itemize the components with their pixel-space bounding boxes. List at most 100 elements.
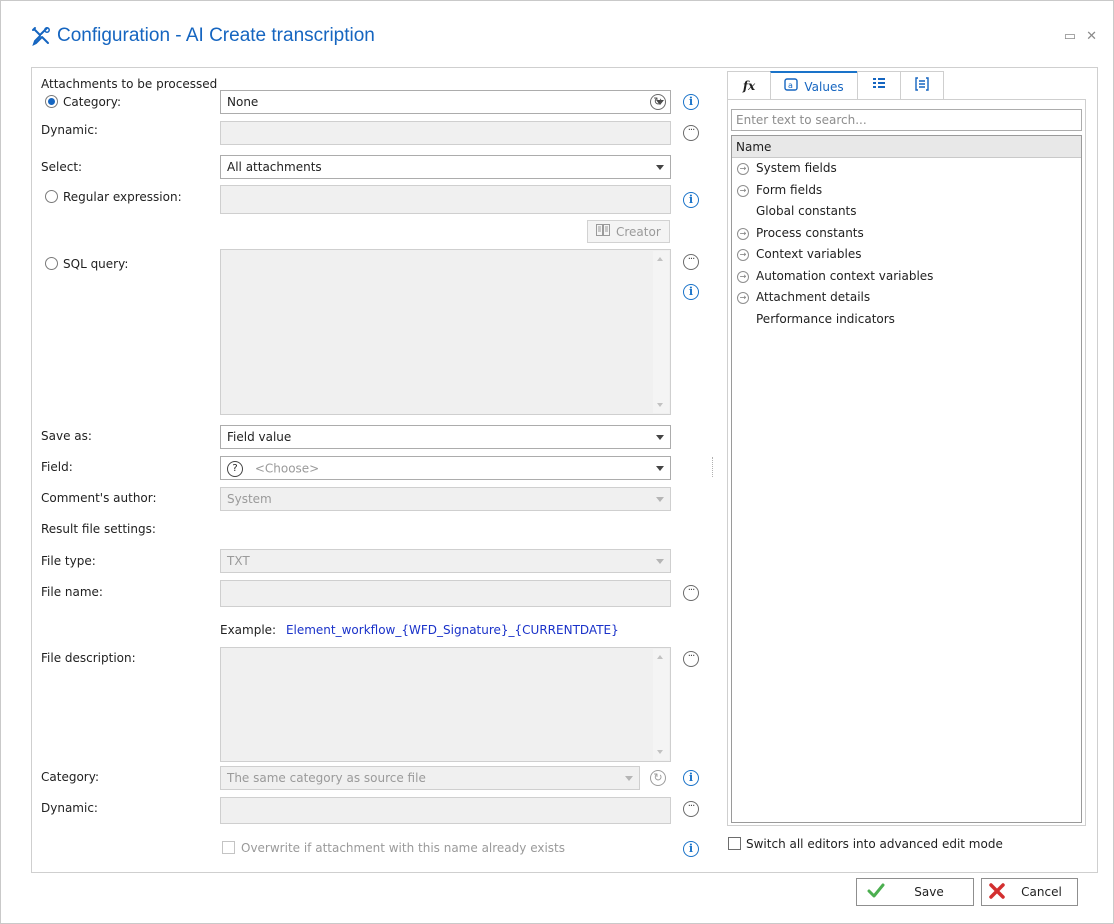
expand-arrow-icon[interactable]: →: [737, 270, 749, 283]
expand-arrow-icon[interactable]: →: [737, 249, 749, 261]
scrollbar: [653, 251, 669, 413]
expand-arrow-icon[interactable]: →: [737, 163, 749, 175]
tab-form[interactable]: [900, 71, 944, 99]
tree-item[interactable]: → Form fields: [732, 180, 1081, 202]
more-icon[interactable]: ···: [683, 801, 699, 817]
creator-label: Creator: [616, 224, 661, 239]
save-as-dropdown[interactable]: Field value: [220, 425, 671, 449]
chevron-down-icon: [656, 165, 664, 170]
select-label: Select:: [41, 160, 83, 174]
fx-icon: fx: [742, 78, 756, 93]
sql-label: SQL query:: [63, 257, 129, 271]
more-icon[interactable]: ···: [683, 651, 699, 667]
tree-item[interactable]: Global constants: [732, 201, 1081, 223]
tree-item[interactable]: → Context variables: [732, 244, 1081, 266]
file-description-label: File description:: [41, 651, 136, 665]
dialog-title: Configuration - AI Create transcription: [31, 25, 375, 47]
tree-item-label: Global constants: [756, 204, 857, 218]
info-icon[interactable]: i: [683, 192, 699, 208]
tab-functions[interactable]: fx: [727, 71, 771, 99]
info-icon[interactable]: i: [683, 770, 699, 786]
file-description-textarea: [220, 647, 671, 762]
cancel-button[interactable]: Cancel: [981, 878, 1078, 906]
tree-item-label: Automation context variables: [756, 268, 934, 283]
cancel-x-icon: [988, 882, 1006, 903]
regex-field: [220, 185, 671, 214]
form-icon: [915, 77, 929, 94]
advanced-mode-checkbox[interactable]: [728, 837, 741, 850]
example-label: Example:: [220, 623, 277, 637]
category2-label: Category:: [41, 770, 99, 784]
file-name-label: File name:: [41, 585, 103, 599]
save-label: Save: [914, 885, 944, 899]
select-value: All attachments: [227, 160, 322, 174]
info-icon[interactable]: i: [683, 284, 699, 300]
advanced-mode-label: Switch all editors into advanced edit mo…: [746, 837, 1003, 851]
tree-items: → System fields → Form fields Global constan…: [732, 158, 1081, 330]
more-icon[interactable]: ···: [683, 254, 699, 270]
creator-button: Creator: [587, 220, 670, 243]
tree-item[interactable]: → Attachment details: [732, 287, 1081, 309]
file-type-label: File type:: [41, 554, 96, 568]
maximize-icon[interactable]: ▭: [1064, 29, 1076, 44]
info-icon[interactable]: i: [683, 841, 699, 857]
svg-text:a: a: [788, 81, 793, 90]
checkmark-icon: [867, 883, 885, 902]
chevron-down-icon: [625, 776, 633, 781]
dynamic-label: Dynamic:: [41, 123, 98, 137]
values-tree: Name → System fields → Form fields Global co…: [731, 135, 1082, 823]
splitter-handle[interactable]: [712, 457, 714, 477]
comment-author-label: Comment's author:: [41, 491, 157, 505]
info-icon[interactable]: i: [683, 94, 699, 110]
refresh-icon[interactable]: ↻: [650, 94, 666, 110]
tree-item[interactable]: → System fields: [732, 158, 1081, 180]
select-dropdown[interactable]: All attachments: [220, 155, 671, 179]
category-label: Category:: [63, 95, 121, 109]
category2-dropdown: The same category as source file: [220, 766, 640, 790]
save-as-label: Save as:: [41, 429, 92, 443]
window-controls: ▭ ✕: [1064, 29, 1097, 44]
values-icon: a: [784, 78, 800, 95]
file-name-field: [220, 580, 671, 607]
tree-item[interactable]: → Process constants: [732, 223, 1081, 245]
book-icon: [596, 224, 610, 239]
category2-value: The same category as source file: [227, 771, 426, 785]
save-button[interactable]: Save: [856, 878, 974, 906]
expand-arrow-icon[interactable]: →: [737, 227, 749, 240]
tree-header: Name: [732, 136, 1081, 158]
tree-item-label: Process constants: [756, 225, 864, 240]
overwrite-label: Overwrite if attachment with this name a…: [241, 841, 566, 855]
field-placeholder: <Choose>: [254, 461, 320, 476]
sql-radio[interactable]: [45, 257, 58, 270]
values-panel: Name → System fields → Form fields Global co…: [727, 99, 1086, 826]
tab-values[interactable]: a Values: [770, 71, 858, 100]
close-icon[interactable]: ✕: [1086, 29, 1097, 44]
tree-item[interactable]: Performance indicators: [732, 309, 1081, 331]
dynamic2-label: Dynamic:: [41, 801, 98, 815]
example-row: Example: Element_workflow_{WFD_Signature…: [220, 623, 619, 637]
list-icon: [872, 77, 886, 94]
overwrite-checkbox: [222, 841, 235, 854]
comment-author-dropdown: System: [220, 487, 671, 511]
chevron-down-icon: [656, 466, 664, 471]
field-dropdown[interactable]: ? <Choose>: [220, 456, 671, 480]
tree-item-label: Performance indicators: [756, 311, 895, 326]
more-icon[interactable]: ···: [683, 125, 699, 141]
help-icon: ?: [227, 461, 243, 477]
category-dropdown[interactable]: None: [220, 90, 671, 114]
tab-values-label: Values: [804, 79, 844, 94]
search-input[interactable]: [731, 109, 1082, 131]
chevron-down-icon: [656, 559, 664, 564]
tab-list[interactable]: [857, 71, 901, 99]
category-radio[interactable]: [45, 95, 58, 108]
more-icon[interactable]: ···: [683, 585, 699, 601]
cancel-label: Cancel: [1021, 885, 1062, 899]
example-value: Element_workflow_{WFD_Signature}_{CURREN…: [285, 623, 619, 637]
expand-arrow-icon[interactable]: →: [737, 292, 749, 304]
tree-item[interactable]: → Automation context variables: [732, 266, 1081, 288]
configuration-dialog: Configuration - AI Create transcription …: [0, 0, 1114, 924]
file-type-dropdown: TXT: [220, 549, 671, 573]
dynamic-field: [220, 121, 671, 145]
regex-radio[interactable]: [45, 190, 58, 203]
expand-arrow-icon[interactable]: →: [737, 184, 749, 197]
